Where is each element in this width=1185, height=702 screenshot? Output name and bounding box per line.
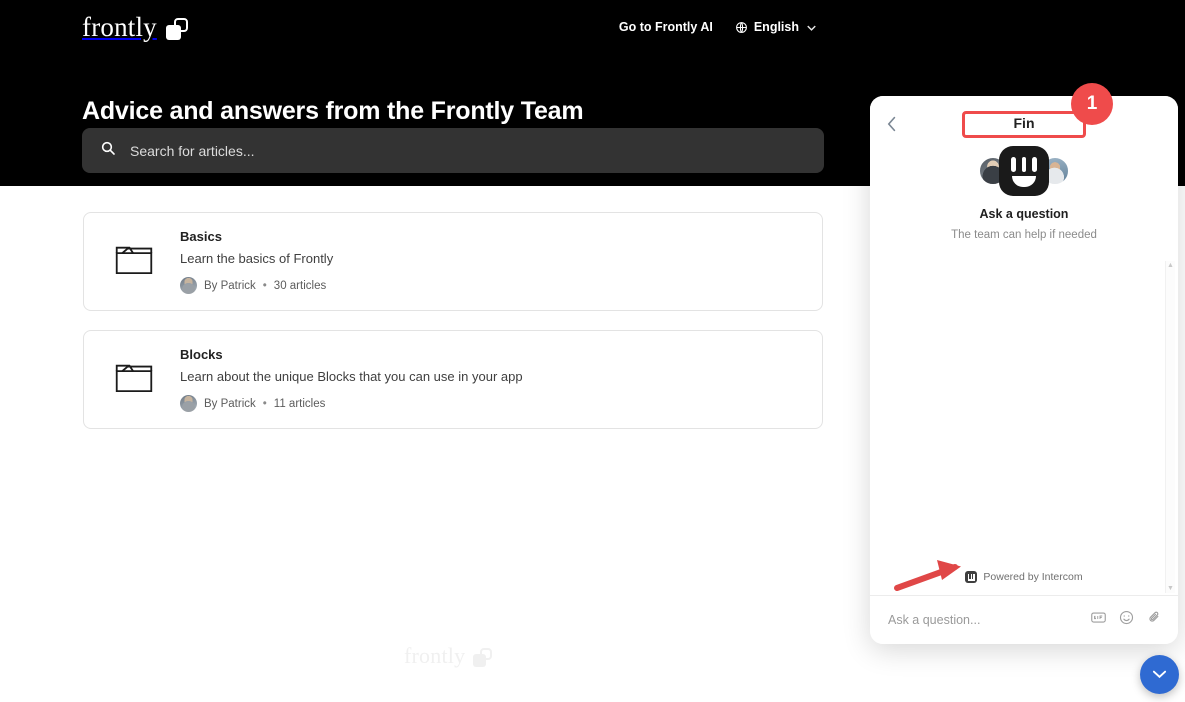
messenger-subheading: The team can help if needed bbox=[870, 229, 1178, 241]
collection-author: By Patrick bbox=[204, 280, 256, 292]
language-selector[interactable]: English bbox=[735, 20, 816, 34]
scroll-up-arrow-icon[interactable]: ▲ bbox=[1167, 262, 1174, 269]
footer-brand-name: frontly bbox=[404, 645, 465, 667]
top-navigation: frontly Go to Frontly AI English bbox=[0, 0, 1185, 60]
collection-meta: By Patrick • 11 articles bbox=[180, 395, 796, 412]
attachment-icon[interactable] bbox=[1147, 610, 1162, 630]
collection-card-blocks[interactable]: Blocks Learn about the unique Blocks tha… bbox=[83, 330, 823, 429]
brand-logo[interactable]: frontly bbox=[82, 14, 188, 41]
chevron-down-icon bbox=[1152, 666, 1167, 684]
powered-by-label: Powered by Intercom bbox=[983, 571, 1082, 583]
collection-description: Learn about the unique Blocks that you c… bbox=[180, 369, 796, 384]
avatar bbox=[180, 395, 197, 412]
message-input[interactable] bbox=[886, 612, 1091, 628]
scroll-down-arrow-icon[interactable]: ▼ bbox=[1167, 585, 1174, 592]
folder-icon bbox=[114, 243, 180, 281]
messenger-header: Fin Ask a question The team can help if … bbox=[870, 96, 1178, 251]
meta-separator: • bbox=[263, 398, 267, 410]
intercom-messenger-panel: Fin Ask a question The team can help if … bbox=[870, 96, 1178, 644]
collection-card-basics[interactable]: Basics Learn the basics of Frontly By Pa… bbox=[83, 212, 823, 311]
search-bar[interactable] bbox=[82, 128, 824, 173]
footer-brand-logo: frontly bbox=[404, 645, 492, 667]
gif-icon[interactable] bbox=[1091, 611, 1106, 629]
globe-icon bbox=[735, 21, 748, 34]
brand-name: frontly bbox=[82, 14, 157, 41]
search-input[interactable] bbox=[128, 142, 806, 160]
collection-description: Learn the basics of Frontly bbox=[180, 251, 796, 266]
composer-icon-group bbox=[1091, 610, 1162, 630]
collection-article-count: 30 articles bbox=[274, 280, 326, 292]
intercom-fin-logo-icon bbox=[999, 146, 1049, 196]
collection-title: Blocks bbox=[180, 347, 796, 362]
collection-card-body: Blocks Learn about the unique Blocks tha… bbox=[180, 347, 796, 412]
collection-title: Basics bbox=[180, 229, 796, 244]
powered-by-intercom[interactable]: Powered by Intercom bbox=[870, 571, 1178, 583]
messenger-scrollbar[interactable]: ▲ ▼ bbox=[1165, 261, 1175, 593]
messenger-launcher-button[interactable] bbox=[1140, 655, 1179, 694]
frontly-logo-mark-icon bbox=[473, 648, 492, 667]
collection-author: By Patrick bbox=[204, 398, 256, 410]
avatar bbox=[180, 277, 197, 294]
frontly-logo-mark-icon bbox=[166, 18, 188, 40]
chevron-down-icon bbox=[807, 20, 816, 34]
messenger-composer bbox=[870, 595, 1178, 644]
meta-separator: • bbox=[263, 280, 267, 292]
go-to-frontly-ai-link[interactable]: Go to Frontly AI bbox=[619, 20, 713, 34]
emoji-icon[interactable] bbox=[1119, 610, 1134, 630]
intercom-logo-icon bbox=[965, 571, 977, 583]
collection-card-body: Basics Learn the basics of Frontly By Pa… bbox=[180, 229, 796, 294]
collection-article-count: 11 articles bbox=[274, 398, 326, 410]
messenger-avatar-cluster bbox=[870, 146, 1178, 196]
messenger-title: Fin bbox=[870, 115, 1178, 131]
collection-list: Basics Learn the basics of Frontly By Pa… bbox=[83, 212, 823, 448]
search-icon bbox=[100, 140, 116, 161]
messenger-conversation-area: ▲ ▼ Powered by Intercom bbox=[870, 251, 1178, 595]
nav-right-group: Go to Frontly AI English bbox=[619, 20, 1185, 34]
messenger-heading: Ask a question bbox=[870, 207, 1178, 221]
folder-icon bbox=[114, 361, 180, 399]
language-label: English bbox=[754, 20, 799, 34]
page-title: Advice and answers from the Frontly Team bbox=[82, 97, 583, 126]
collection-meta: By Patrick • 30 articles bbox=[180, 277, 796, 294]
